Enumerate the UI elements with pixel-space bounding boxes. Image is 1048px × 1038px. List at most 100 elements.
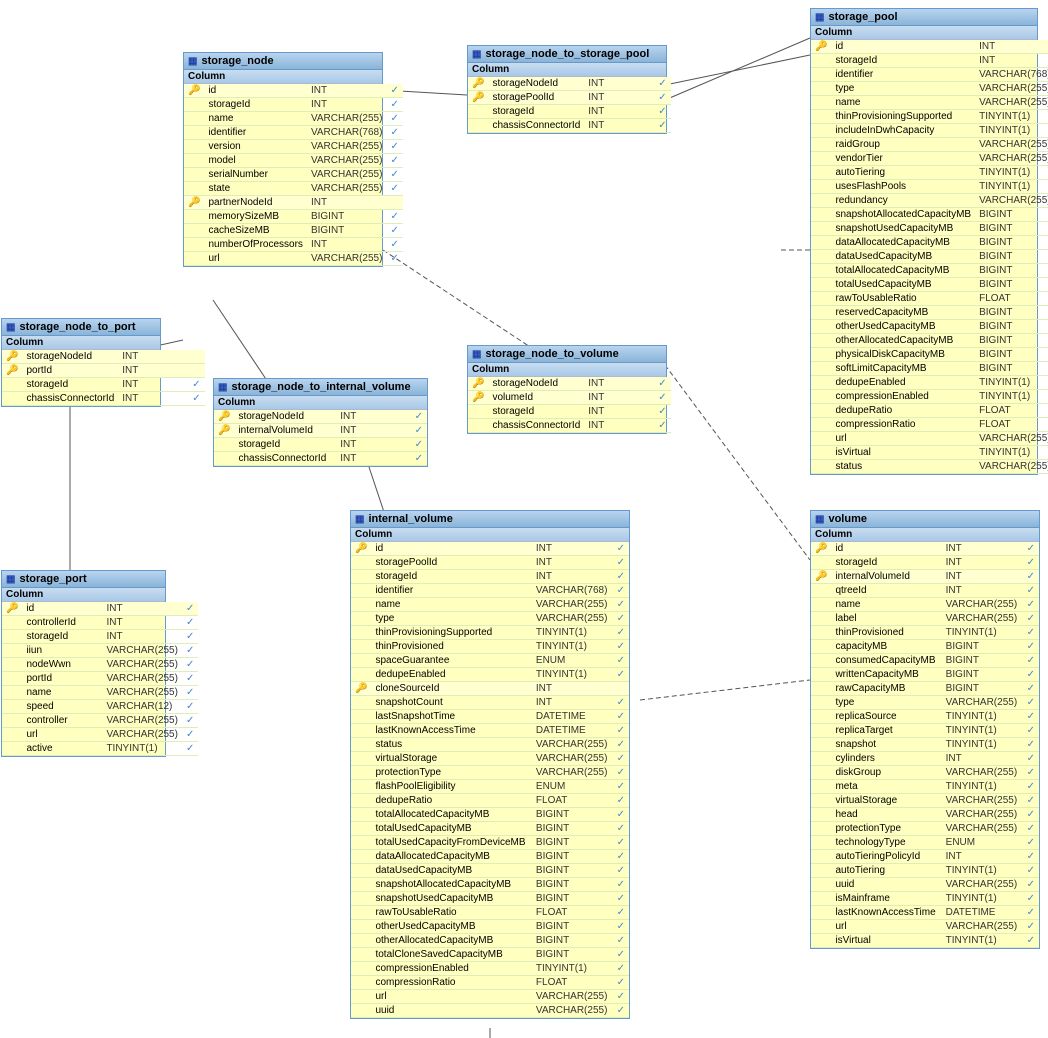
table-row: urlVARCHAR(255)✓ xyxy=(351,990,629,1004)
table-row: softLimitCapacityMBBIGINT✓ xyxy=(811,362,1048,376)
table-row: 🔑 volumeId INT ✓ xyxy=(468,391,671,405)
table-row: autoTieringPolicyIdINT✓ xyxy=(811,850,1039,864)
table-row: spaceGuaranteeENUM✓ xyxy=(351,654,629,668)
table-body-snsp: 🔑 storageNodeId INT ✓ 🔑 storagePoolId IN… xyxy=(468,77,671,133)
table-row: snapshotTINYINT(1)✓ xyxy=(811,738,1039,752)
table-row: urlVARCHAR(255)✓ xyxy=(811,920,1039,934)
table-row: 🔑 storageNodeId INT ✓ xyxy=(468,77,671,91)
table-row: snapshotUsedCapacityMBBIGINT✓ xyxy=(811,222,1048,236)
table-row: nameVARCHAR(255)✓ xyxy=(811,96,1048,110)
table-row: dataAllocatedCapacityMBBIGINT✓ xyxy=(811,236,1048,250)
table-row: 🔑 internalVolumeId INT ✓ xyxy=(214,424,427,438)
table-row: memorySizeMBBIGINT✓ xyxy=(184,210,403,224)
table-row: totalAllocatedCapacityMBBIGINT✓ xyxy=(351,808,629,822)
table-row: virtualStorageVARCHAR(255)✓ xyxy=(811,794,1039,808)
table-storage-node-to-storage-pool: ▦ storage_node_to_storage_pool Column 🔑 … xyxy=(467,45,667,134)
table-row: replicaSourceTINYINT(1)✓ xyxy=(811,710,1039,724)
table-row: storageIdINT✓ xyxy=(351,570,629,584)
col-header-sntiv: Column xyxy=(214,396,427,410)
table-row: otherUsedCapacityMBBIGINT✓ xyxy=(811,320,1048,334)
table-row: redundancyVARCHAR(255)✓ xyxy=(811,194,1048,208)
table-row: rawToUsableRatioFLOAT✓ xyxy=(351,906,629,920)
table-row: chassisConnectorIdINT✓ xyxy=(468,119,671,133)
table-row: otherUsedCapacityMBBIGINT✓ xyxy=(351,920,629,934)
table-row: urlVARCHAR(255)✓ xyxy=(2,728,198,742)
col-header-internal-volume: Column xyxy=(351,528,629,542)
table-icon: ▦ xyxy=(188,56,197,67)
table-row: modelVARCHAR(255)✓ xyxy=(184,154,403,168)
table-name-sntiv: storage_node_to_internal_volume xyxy=(231,381,410,393)
table-row: storagePoolIdINT✓ xyxy=(351,556,629,570)
pk-icon: 🔑 xyxy=(811,40,831,54)
table-body: 🔑 id INT ✓ storageIdINT✓ nameVARCHAR(255… xyxy=(184,84,403,266)
table-header-volume: ▦ volume xyxy=(811,511,1039,528)
table-row: thinProvisionedTINYINT(1)✓ xyxy=(811,626,1039,640)
table-row: qtreeIdINT✓ xyxy=(811,584,1039,598)
table-volume: ▦ volume Column 🔑 id INT ✓ storageIdINT✓… xyxy=(810,510,1040,949)
col-label-column: Column xyxy=(815,27,852,38)
table-row: storageIdINT✓ xyxy=(811,54,1048,68)
table-row: isVirtualTINYINT(1)✓ xyxy=(811,934,1039,948)
table-row: lastKnownAccessTimeDATETIME✓ xyxy=(351,724,629,738)
table-row: capacityMBBIGINT✓ xyxy=(811,640,1039,654)
table-row: uuidVARCHAR(255)✓ xyxy=(351,1004,629,1018)
table-row: serialNumberVARCHAR(255)✓ xyxy=(184,168,403,182)
table-name-sntv: storage_node_to_volume xyxy=(485,348,618,360)
table-row: 🔑 storageNodeId INT ✓ xyxy=(468,377,671,391)
table-row: compressionEnabledTINYINT(1)✓ xyxy=(811,390,1048,404)
table-row: 🔑 id INT ✓ xyxy=(811,40,1048,54)
table-row: thinProvisioningSupportedTINYINT(1)✓ xyxy=(811,110,1048,124)
table-internal-volume: ▦ internal_volume Column 🔑 id INT ✓ stor… xyxy=(350,510,630,1019)
table-row: storageIdINT✓ xyxy=(2,630,198,644)
table-body-storage-port: 🔑 id INT ✓ controllerIdINT✓ storageIdINT… xyxy=(2,602,198,756)
table-row: 🔑 id INT ✓ xyxy=(811,542,1039,556)
table-header-storage-port: ▦ storage_port xyxy=(2,571,165,588)
table-row: totalUsedCapacityMBBIGINT✓ xyxy=(351,822,629,836)
table-row: vendorTierVARCHAR(255)✓ xyxy=(811,152,1048,166)
table-storage-node-to-port: ▦ storage_node_to_port Column 🔑 storageN… xyxy=(1,318,161,407)
table-row: controllerVARCHAR(255)✓ xyxy=(2,714,198,728)
table-row: speedVARCHAR(12)✓ xyxy=(2,700,198,714)
table-row: snapshotCountINT✓ xyxy=(351,696,629,710)
table-row: storageIdINT✓ xyxy=(468,405,671,419)
col-label: Column xyxy=(188,71,225,82)
table-row: rawCapacityMBBIGINT✓ xyxy=(811,682,1039,696)
table-row: 🔑 id INT ✓ xyxy=(351,542,629,556)
table-row: chassisConnectorIdINT✓ xyxy=(214,452,427,466)
table-row: activeTINYINT(1)✓ xyxy=(2,742,198,756)
table-storage-port: ▦ storage_port Column 🔑 id INT ✓ control… xyxy=(1,570,166,757)
table-row: identifierVARCHAR(768)✓ xyxy=(184,126,403,140)
col-header-storage-pool: Column xyxy=(811,26,1037,40)
table-body-sntiv: 🔑 storageNodeId INT ✓ 🔑 internalVolumeId… xyxy=(214,410,427,466)
table-row: dataUsedCapacityMBBIGINT✓ xyxy=(811,250,1048,264)
table-row: isVirtualTINYINT(1)✓ xyxy=(811,446,1048,460)
table-row: 🔑 partnerNodeId INT xyxy=(184,196,403,210)
table-row: storageIdINT✓ xyxy=(811,556,1039,570)
table-row: autoTieringTINYINT(1)✓ xyxy=(811,166,1048,180)
table-row: raidGroupVARCHAR(255)✓ xyxy=(811,138,1048,152)
table-row: 🔑 storagePoolId INT ✓ xyxy=(468,91,671,105)
table-body-sntp: 🔑 storageNodeId INT 🔑 portId INT storage… xyxy=(2,350,205,406)
table-row: dataAllocatedCapacityMBBIGINT✓ xyxy=(351,850,629,864)
table-row: isMainframeTINYINT(1)✓ xyxy=(811,892,1039,906)
pk-icon: 🔑 xyxy=(184,84,204,98)
col-header: Column xyxy=(184,70,382,84)
table-row: storageIdINT✓ xyxy=(184,98,403,112)
table-body-storage-pool: 🔑 id INT ✓ storageIdINT✓ identifierVARCH… xyxy=(811,40,1048,474)
table-storage-node-to-volume: ▦ storage_node_to_volume Column 🔑 storag… xyxy=(467,345,667,434)
table-row: autoTieringTINYINT(1)✓ xyxy=(811,864,1039,878)
table-row: numberOfProcessorsINT✓ xyxy=(184,238,403,252)
table-name-sntp: storage_node_to_port xyxy=(19,321,135,333)
table-row: otherAllocatedCapacityMBBIGINT✓ xyxy=(351,934,629,948)
table-row: totalUsedCapacityFromDeviceMBBIGINT✓ xyxy=(351,836,629,850)
table-row: 🔑 storageNodeId INT ✓ xyxy=(214,410,427,424)
table-header-storage-node: ▦ storage_node xyxy=(184,53,382,70)
table-storage-pool: ▦ storage_pool Column 🔑 id INT ✓ storage… xyxy=(810,8,1038,475)
table-row: flashPoolEligibilityENUM✓ xyxy=(351,780,629,794)
col-name: id xyxy=(831,40,975,54)
table-row: reservedCapacityMBBIGINT✓ xyxy=(811,306,1048,320)
table-body-sntv: 🔑 storageNodeId INT ✓ 🔑 volumeId INT ✓ s… xyxy=(468,377,671,433)
table-row: nodeWwnVARCHAR(255)✓ xyxy=(2,658,198,672)
table-row: controllerIdINT✓ xyxy=(2,616,198,630)
table-row: iiunVARCHAR(255)✓ xyxy=(2,644,198,658)
